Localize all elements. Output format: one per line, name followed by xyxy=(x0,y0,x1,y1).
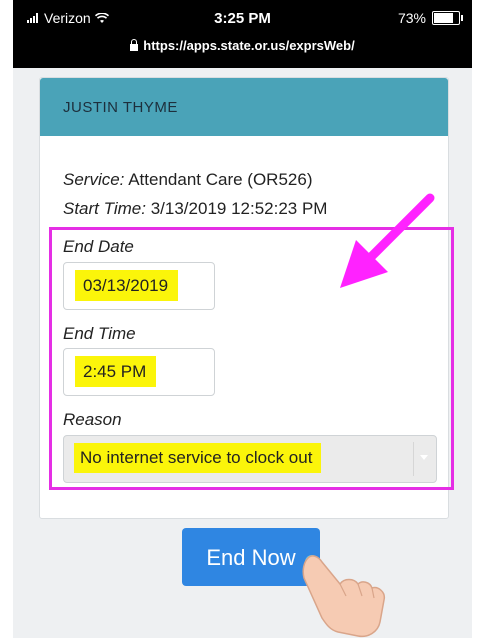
end-date-input[interactable]: 03/13/2019 xyxy=(63,262,215,310)
end-now-button[interactable]: End Now xyxy=(182,528,320,586)
end-time-input[interactable]: 2:45 PM xyxy=(63,348,215,396)
service-label: Service: xyxy=(63,170,125,189)
battery-indicator: 73% xyxy=(397,10,463,26)
reason-value: No internet service to clock out xyxy=(74,443,322,473)
url-text: https://apps.state.or.us/exprsWeb/ xyxy=(143,38,355,53)
start-time-value: 3/13/2019 12:52:23 PM xyxy=(150,199,328,218)
card-header: JUSTIN THYME xyxy=(40,78,448,136)
end-time-label: End Time xyxy=(63,324,136,343)
start-time-line: Start Time: 3/13/2019 12:52:23 PM xyxy=(63,199,327,219)
reason-select[interactable]: No internet service to clock out xyxy=(63,435,437,483)
end-date-label: End Date xyxy=(63,237,134,256)
chevron-down-icon xyxy=(420,455,428,460)
client-name: JUSTIN THYME xyxy=(63,98,178,116)
battery-percent: 73% xyxy=(397,10,426,26)
lock-icon xyxy=(130,39,139,51)
end-date-value: 03/13/2019 xyxy=(75,270,179,301)
start-time-label: Start Time: xyxy=(63,199,146,218)
reason-label: Reason xyxy=(63,410,122,429)
service-line: Service: Attendant Care (OR526) xyxy=(63,170,312,190)
end-time-value: 2:45 PM xyxy=(75,356,157,387)
phone-screen: Verizon 3:25 PM 73% https://apps.state.o… xyxy=(13,0,472,638)
timesheet-card: JUSTIN THYME Service: Attendant Care (OR… xyxy=(39,77,449,519)
select-divider xyxy=(413,442,414,476)
service-value: Attendant Care (OR526) xyxy=(128,170,313,189)
status-bar: Verizon 3:25 PM 73% https://apps.state.o… xyxy=(13,0,472,68)
battery-icon xyxy=(432,11,463,25)
address-bar[interactable]: https://apps.state.or.us/exprsWeb/ xyxy=(13,38,472,53)
